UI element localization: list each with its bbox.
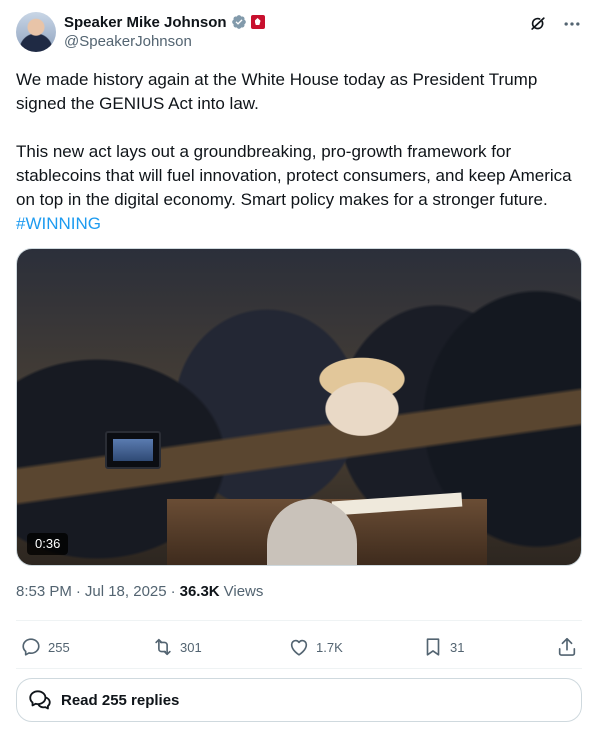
reply-icon [22, 638, 40, 656]
share-button[interactable] [556, 628, 578, 666]
repost-icon [155, 638, 171, 656]
video-player[interactable]: 0:36 [16, 248, 582, 566]
video-duration-badge: 0:36 [27, 533, 69, 555]
divider [16, 620, 582, 621]
tweet-text: We made history again at the White House… [16, 68, 582, 236]
more-dots-icon[interactable] [562, 14, 582, 34]
action-bar: 255 301 1.7K 31 [16, 628, 582, 666]
tweet-paragraph-1: We made history again at the White House… [16, 70, 538, 113]
bookmark-icon [426, 638, 440, 656]
tweet-meta: 8:53 PM · Jul 18, 2025 · 36.3K Views [16, 583, 263, 600]
read-replies-button[interactable]: Read 255 replies [16, 678, 582, 722]
tweet-header: Speaker Mike Johnson @SpeakerJohnson [16, 12, 582, 54]
tweet-paragraph-2: This new act lays out a groundbreaking, … [16, 140, 582, 236]
bookmark-button[interactable]: 31 [422, 628, 464, 666]
tweet-date[interactable]: Jul 18, 2025 [85, 583, 167, 600]
read-replies-label: Read 255 replies [61, 691, 180, 709]
like-button[interactable]: 1.7K [288, 628, 343, 666]
header-actions [528, 14, 582, 34]
divider [16, 668, 582, 669]
meta-separator: · [170, 583, 176, 600]
author-name[interactable]: Speaker Mike Johnson [64, 14, 227, 31]
reply-button[interactable]: 255 [20, 628, 70, 666]
grok-icon[interactable] [528, 14, 548, 34]
hashtag-link[interactable]: #WINNING [16, 214, 101, 233]
tweet-time[interactable]: 8:53 PM [16, 583, 72, 600]
author-name-row: Speaker Mike Johnson [64, 12, 265, 32]
video-frame-monitor [105, 431, 161, 469]
verified-badge-icon[interactable] [231, 14, 247, 30]
reply-count: 255 [48, 639, 70, 655]
repost-button[interactable]: 301 [152, 628, 202, 666]
views-label: Views [223, 583, 264, 600]
repost-count: 301 [180, 639, 202, 655]
author-handle[interactable]: @SpeakerJohnson [64, 33, 192, 50]
house-seal-icon [250, 15, 265, 29]
views-count: 36.3K [179, 583, 220, 600]
speech-bubbles-icon [29, 690, 51, 710]
meta-separator: · [75, 583, 81, 600]
tweet-paragraph-2-text: This new act lays out a groundbreaking, … [16, 142, 572, 209]
share-icon [558, 637, 576, 656]
like-count: 1.7K [316, 639, 343, 655]
heart-icon [290, 639, 308, 656]
bookmark-count: 31 [450, 639, 465, 655]
avatar[interactable] [16, 12, 56, 52]
